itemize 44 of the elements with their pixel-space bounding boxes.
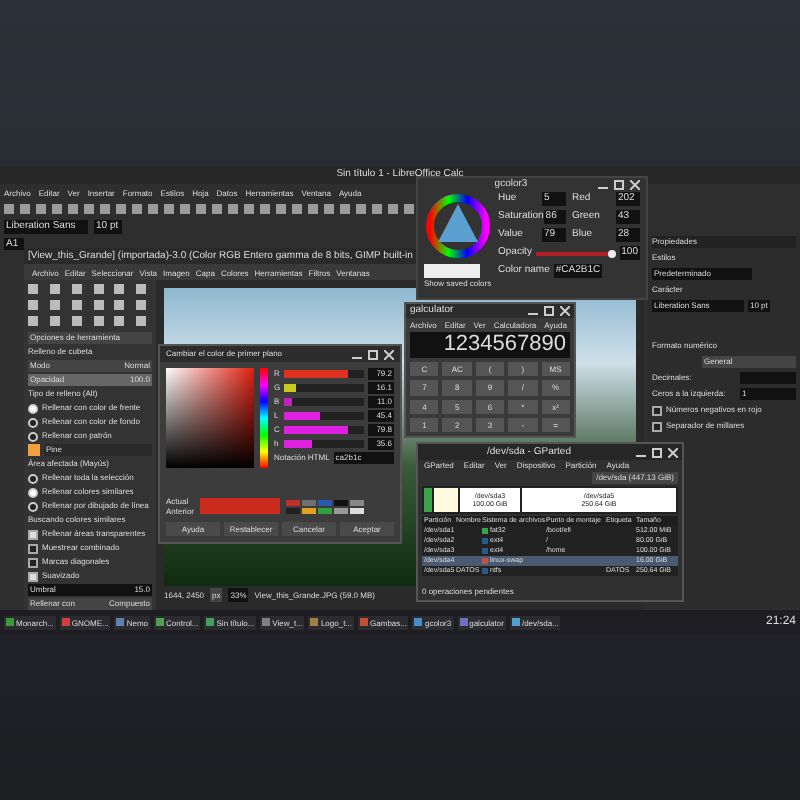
color-swatch[interactable] bbox=[302, 507, 317, 513]
checkbox[interactable] bbox=[28, 571, 38, 581]
color-swatch[interactable] bbox=[334, 499, 349, 505]
checkbox[interactable] bbox=[652, 421, 662, 431]
close-icon[interactable] bbox=[560, 306, 570, 316]
radio-button[interactable] bbox=[28, 487, 38, 497]
color-swatch[interactable] bbox=[302, 499, 317, 505]
checkbox[interactable] bbox=[28, 529, 38, 539]
checkbox[interactable] bbox=[652, 405, 662, 415]
color-swatch[interactable] bbox=[318, 499, 333, 505]
radio-button[interactable] bbox=[28, 473, 38, 483]
opacity-slider[interactable] bbox=[535, 249, 616, 257]
color-swatch[interactable] bbox=[334, 507, 349, 513]
pattern-swatch[interactable] bbox=[28, 444, 40, 456]
channel-slider[interactable] bbox=[284, 370, 364, 378]
close-icon[interactable] bbox=[630, 180, 640, 190]
color-wheel-drawing[interactable] bbox=[424, 192, 492, 260]
radio-button[interactable] bbox=[28, 417, 38, 427]
color-swatch[interactable] bbox=[350, 507, 365, 513]
color-preview bbox=[200, 498, 281, 514]
color-swatch[interactable] bbox=[286, 507, 301, 513]
radio-button[interactable] bbox=[28, 431, 38, 441]
checkbox[interactable] bbox=[28, 543, 38, 553]
close-icon[interactable] bbox=[668, 447, 678, 457]
slider-thumb[interactable] bbox=[607, 249, 616, 257]
radio-button[interactable] bbox=[28, 403, 38, 413]
channel-slider[interactable] bbox=[284, 426, 364, 434]
color-swatch[interactable] bbox=[350, 499, 365, 505]
checkbox[interactable] bbox=[28, 557, 38, 567]
color-preview bbox=[424, 264, 480, 278]
maximize-icon[interactable] bbox=[652, 447, 662, 457]
close-icon[interactable] bbox=[384, 349, 394, 359]
channel-slider[interactable] bbox=[284, 440, 364, 448]
color-swatch[interactable] bbox=[286, 499, 301, 505]
color-square[interactable] bbox=[166, 368, 254, 468]
radio-button[interactable] bbox=[28, 501, 38, 511]
maximize-icon[interactable] bbox=[544, 306, 554, 316]
channel-slider[interactable] bbox=[284, 412, 364, 420]
maximize-icon[interactable] bbox=[368, 349, 378, 359]
hue-strip[interactable] bbox=[260, 368, 268, 468]
calculator-display: 1234567890 bbox=[410, 332, 570, 358]
color-swatch[interactable] bbox=[318, 507, 333, 513]
number-field[interactable] bbox=[740, 372, 796, 384]
maximize-icon[interactable] bbox=[614, 180, 624, 190]
